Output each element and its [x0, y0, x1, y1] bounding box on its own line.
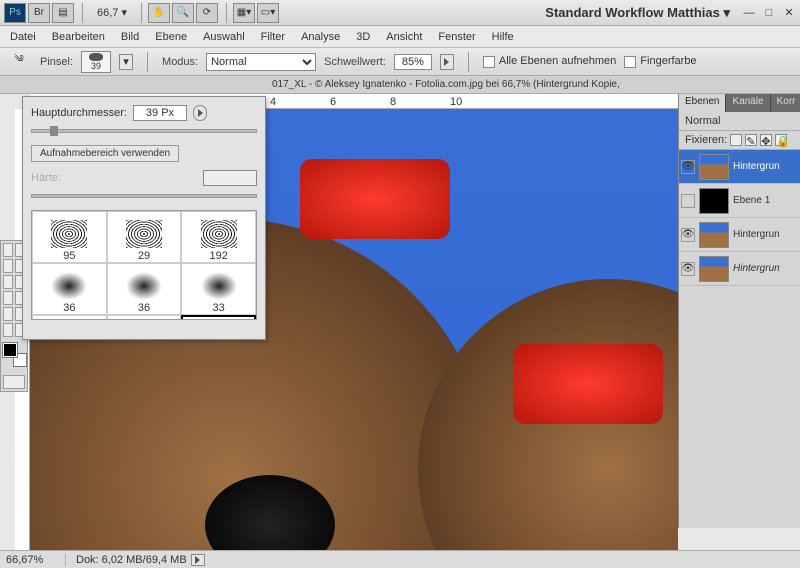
- layer-thumbnail[interactable]: [699, 188, 729, 214]
- tab-kanaele[interactable]: Kanäle: [726, 94, 770, 112]
- tool-indicator-icon: ༄: [8, 52, 30, 72]
- menu-fenster[interactable]: Fenster: [438, 31, 475, 43]
- layer-thumbnail[interactable]: [699, 154, 729, 180]
- brush-preset[interactable]: 36: [32, 263, 107, 315]
- threshold-value[interactable]: 85%: [394, 54, 432, 70]
- layer-name: Hintergrun: [733, 161, 780, 172]
- visibility-icon[interactable]: [681, 194, 695, 208]
- tool[interactable]: [3, 243, 13, 257]
- brush-preset[interactable]: 29: [107, 211, 182, 263]
- mode-label: Modus:: [162, 56, 198, 68]
- lock-position-icon[interactable]: ✥: [760, 134, 772, 146]
- hardness-label: Härte:: [31, 172, 61, 184]
- hardness-slider: [31, 194, 257, 198]
- brush-preset[interactable]: 63: [32, 315, 107, 320]
- tab-ebenen[interactable]: Ebenen: [679, 94, 726, 112]
- title-bar: Ps Br ▤ 66,7 ▾ ✋ 🔍 ⟳ ▦▾ ▭▾ Standard Work…: [0, 0, 800, 26]
- layer-blend-mode[interactable]: Normal: [679, 112, 800, 131]
- menu-bar: Datei Bearbeiten Bild Ebene Auswahl Filt…: [0, 26, 800, 48]
- layer-lock-row: Fixieren: ✎ ✥ 🔒: [679, 131, 800, 150]
- diameter-label: Hauptdurchmesser:: [31, 107, 127, 119]
- brush-label: Pinsel:: [40, 56, 73, 68]
- menu-ansicht[interactable]: Ansicht: [386, 31, 422, 43]
- canvas-image: [513, 344, 663, 424]
- lock-all-icon[interactable]: 🔒: [775, 134, 787, 146]
- threshold-label: Schwellwert:: [324, 56, 386, 68]
- document-tab[interactable]: 017_XL - © Aleksey Ignatenko - Fotolia.c…: [0, 76, 800, 94]
- zoom-icon[interactable]: 🔍: [172, 3, 194, 23]
- finger-checkbox[interactable]: Fingerfarbe: [624, 55, 696, 67]
- bridge-icon[interactable]: Br: [28, 3, 50, 23]
- status-zoom[interactable]: 66,67%: [6, 554, 66, 566]
- layer-name: Ebene 1: [733, 195, 770, 206]
- visibility-icon[interactable]: 👁: [681, 228, 695, 242]
- visibility-icon[interactable]: 👁: [681, 160, 695, 174]
- status-doc-size[interactable]: Dok: 6,02 MB/69,4 MB: [66, 554, 187, 566]
- layer-row[interactable]: 👁 Hintergrun: [679, 218, 800, 252]
- rotate-icon[interactable]: ⟳: [196, 3, 218, 23]
- menu-ebene[interactable]: Ebene: [155, 31, 187, 43]
- menu-analyse[interactable]: Analyse: [301, 31, 340, 43]
- brush-dropdown-icon[interactable]: ▾: [119, 54, 133, 70]
- layer-thumbnail[interactable]: [699, 256, 729, 282]
- brush-preset[interactable]: 33: [181, 263, 256, 315]
- tab-korr[interactable]: Korr: [771, 94, 800, 112]
- layer-name: Hintergrun: [733, 229, 780, 240]
- threshold-arrow-icon[interactable]: [440, 54, 454, 70]
- lock-transparency-icon[interactable]: [730, 134, 742, 146]
- lock-pixels-icon[interactable]: ✎: [745, 134, 757, 146]
- visibility-icon[interactable]: 👁: [681, 262, 695, 276]
- diameter-input[interactable]: 39 Px: [133, 105, 187, 121]
- status-bar: 66,67% Dok: 6,02 MB/69,4 MB: [0, 550, 800, 568]
- brush-preset[interactable]: 66: [107, 315, 182, 320]
- film-icon[interactable]: ▤: [52, 3, 74, 23]
- menu-3d[interactable]: 3D: [356, 31, 370, 43]
- menu-bild[interactable]: Bild: [121, 31, 139, 43]
- brush-preset-grid: 9529192363633636639: [31, 210, 257, 320]
- status-arrow-icon[interactable]: [191, 554, 205, 566]
- tool[interactable]: [3, 307, 13, 321]
- tool[interactable]: [3, 259, 13, 273]
- layers-panel: Ebenen Kanäle Korr Normal Fixieren: ✎ ✥ …: [678, 94, 800, 528]
- brush-preset[interactable]: 36: [107, 263, 182, 315]
- brush-preset-panel: Hauptdurchmesser: 39 Px Aufnahmebereich …: [22, 96, 266, 340]
- fg-bg-swatch[interactable]: [3, 343, 27, 367]
- screen-mode-icon[interactable]: ▭▾: [257, 3, 279, 23]
- menu-filter[interactable]: Filter: [261, 31, 285, 43]
- menu-datei[interactable]: Datei: [10, 31, 36, 43]
- diameter-slider[interactable]: [31, 129, 257, 133]
- all-layers-checkbox[interactable]: Alle Ebenen aufnehmen: [483, 55, 616, 67]
- hand-icon[interactable]: ✋: [148, 3, 170, 23]
- brush-preset[interactable]: 95: [32, 211, 107, 263]
- blend-mode-select[interactable]: Normal: [206, 53, 316, 71]
- canvas-image: [300, 159, 450, 239]
- tool[interactable]: [3, 323, 13, 337]
- hardness-input: [203, 170, 257, 186]
- menu-hilfe[interactable]: Hilfe: [492, 31, 514, 43]
- quickmask-toggle[interactable]: [3, 375, 25, 389]
- ps-logo: Ps: [4, 3, 26, 23]
- layer-name: Hintergrun: [733, 263, 780, 274]
- workspace-switcher[interactable]: Standard Workflow Matthias ▾: [545, 5, 730, 21]
- menu-bearbeiten[interactable]: Bearbeiten: [52, 31, 105, 43]
- use-sample-button[interactable]: Aufnahmebereich verwenden: [31, 145, 179, 162]
- tool[interactable]: [3, 275, 13, 289]
- arrange-icon[interactable]: ▦▾: [233, 3, 255, 23]
- layer-row[interactable]: Ebene 1: [679, 184, 800, 218]
- brush-preset[interactable]: 39: [181, 315, 256, 320]
- tool[interactable]: [3, 291, 13, 305]
- maximize-button[interactable]: □: [762, 6, 776, 20]
- options-bar: ༄ Pinsel: 39 ▾ Modus: Normal Schwellwert…: [0, 48, 800, 76]
- brush-preset-picker[interactable]: 39: [81, 51, 111, 73]
- zoom-indicator[interactable]: 66,7 ▾: [89, 6, 135, 19]
- menu-auswahl[interactable]: Auswahl: [203, 31, 245, 43]
- layer-thumbnail[interactable]: [699, 222, 729, 248]
- close-button[interactable]: ✕: [782, 6, 796, 20]
- brush-preset[interactable]: 192: [181, 211, 256, 263]
- diameter-play-icon[interactable]: [193, 105, 207, 121]
- minimize-button[interactable]: —: [742, 6, 756, 20]
- layer-row[interactable]: 👁 Hintergrun: [679, 252, 800, 286]
- layer-row[interactable]: 👁 Hintergrun: [679, 150, 800, 184]
